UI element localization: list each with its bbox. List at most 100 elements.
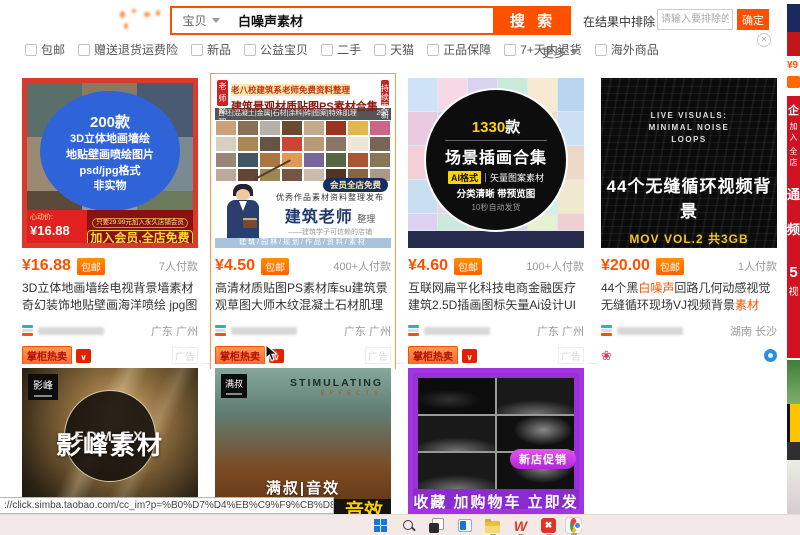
search-box: 宝贝 搜 索 <box>170 6 571 35</box>
red-x-icon <box>541 518 556 533</box>
checkbox[interactable] <box>244 44 256 56</box>
browser-status-bar: ://click.simba.taobao.com/cc_im?p=%B0%D7… <box>0 497 334 514</box>
shop-icon <box>601 325 612 337</box>
status-url: ://click.simba.taobao.com/cc_im?p=%B0%D7… <box>4 500 334 511</box>
clipped-promo-panel: 企 加入 全店 通 频 5 视 <box>787 96 800 358</box>
filter-return-insurance[interactable]: 赠送退货运费险 <box>78 41 178 58</box>
paid-count: 1人付款 <box>738 258 777 274</box>
hot-sale-badge: 掌柜热卖 <box>22 346 72 365</box>
start-button[interactable] <box>372 517 389 534</box>
blue-chat-icon[interactable] <box>764 349 777 362</box>
hot-sale-badge: 掌柜热卖 <box>408 346 458 365</box>
texture-grid <box>215 120 391 182</box>
clipped-right-column: ¥9 企 加入 全店 通 频 5 视 <box>783 0 800 514</box>
teacher-illustration <box>219 184 271 238</box>
watermark: 影峰素材 <box>22 426 198 462</box>
chrome-button[interactable] <box>565 517 582 534</box>
filter-tmall[interactable]: 天猫 <box>374 41 414 58</box>
checkbox[interactable] <box>321 44 333 56</box>
widgets-button[interactable] <box>456 517 473 534</box>
free-shipping-badge: 包邮 <box>261 258 289 275</box>
price: ¥20.00 <box>601 257 650 275</box>
task-view-icon <box>429 518 444 533</box>
promo-strip: 心动价: ¥16.88 只要29.99元加入永久店铺会员 加入会员,全店免费 <box>27 210 193 243</box>
product-image[interactable]: 新店促销 收藏 加购物车 立即发货 <box>408 368 584 514</box>
filter-charity[interactable]: 公益宝贝 <box>244 41 308 58</box>
more-filters[interactable]: 更多 <box>542 44 578 61</box>
wps-office-button[interactable] <box>512 517 529 534</box>
taskbar-search[interactable] <box>400 517 417 534</box>
checkbox[interactable] <box>427 44 439 56</box>
product-image[interactable]: 满叔 STIMULATING EFFECTS 满叔|音效 音效 <box>215 368 391 514</box>
product-title[interactable]: 高清材质贴图PS素材库su建筑景观草图大师木纹混凝土石材肌理3d <box>215 280 391 315</box>
shop-logo: 影峰 <box>28 374 58 400</box>
product-card[interactable]: 200款 3D立体地画墙绘 地贴壁画喷绘图片 psd/jpg格式 非实物 心动价… <box>18 74 202 368</box>
divider <box>485 173 486 182</box>
product-image[interactable]: LIVE VISUALS: MINIMAL NOISE LOOPS 44个无缝循… <box>601 78 777 248</box>
price: ¥16.88 <box>22 257 71 275</box>
product-card[interactable]: 影峰 EDM FX 影峰素材 <box>18 364 202 518</box>
checkbox[interactable] <box>78 44 90 56</box>
exclude-label: 在结果中排除 <box>583 13 655 30</box>
file-explorer-button[interactable] <box>484 517 501 534</box>
promo-circle: 200款 3D立体地画墙绘 地贴壁画喷绘图片 psd/jpg格式 非实物 <box>40 91 180 211</box>
shop-icon <box>22 325 33 337</box>
wps-icon <box>514 518 527 534</box>
checkbox[interactable] <box>374 44 386 56</box>
task-view-button[interactable] <box>428 517 445 534</box>
product-card[interactable]: 满叔 STIMULATING EFFECTS 满叔|音效 音效 <box>211 364 395 518</box>
shop-row[interactable]: 湖南 长沙 <box>601 323 777 339</box>
product-card[interactable]: 新店促销 收藏 加购物车 立即发货 <box>404 364 588 518</box>
filter-secondhand[interactable]: 二手 <box>321 41 361 58</box>
exclude-input[interactable] <box>657 9 733 30</box>
price: ¥4.50 <box>215 257 255 275</box>
filter-overseas[interactable]: 海外商品 <box>595 41 659 58</box>
checkbox[interactable] <box>191 44 203 56</box>
product-card[interactable]: 1330款 场景插画合集 AI格式 矢量图案素材 分类清晰 带预览图 10秒自动… <box>404 74 588 368</box>
product-title[interactable]: 互联网扁平化科技电商金融医疗建筑2.5D插画图标矢量Ai设计UI素材 <box>408 280 584 315</box>
product-image[interactable]: 影峰 EDM FX 影峰素材 <box>22 368 198 514</box>
checkbox[interactable] <box>504 44 516 56</box>
search-button[interactable]: 搜 索 <box>493 8 569 33</box>
highlighted-keyword: 白噪声 <box>638 281 674 295</box>
wangwang-icon <box>787 76 800 88</box>
shop-row[interactable]: 广东 广州 <box>22 323 198 339</box>
shop-icon <box>215 325 226 337</box>
shop-icon <box>408 325 419 337</box>
paid-count: 400+人付款 <box>333 258 391 274</box>
product-title[interactable]: 3D立体地画墙绘电视背景墙素材奇幻装饰地贴壁画海洋喷绘 jpg图片 <box>22 280 198 315</box>
filter-new[interactable]: 新品 <box>191 41 231 58</box>
shop-row[interactable]: 广东 广州 <box>215 323 391 339</box>
close-icon[interactable] <box>757 33 771 47</box>
red-x-app-button[interactable] <box>540 517 557 534</box>
clipped-price: ¥9 <box>787 60 800 71</box>
free-shipping-badge: 包邮 <box>77 258 105 275</box>
checkbox[interactable] <box>595 44 607 56</box>
member-free-badge: 会员全店免费 <box>323 178 388 192</box>
product-image[interactable]: 1330款 场景插画合集 AI格式 矢量图案素材 分类清晰 带预览图 10秒自动… <box>408 78 584 248</box>
flower-icon <box>601 348 612 364</box>
filter-free-shipping[interactable]: 包邮 <box>25 41 65 58</box>
search-input[interactable] <box>230 8 493 33</box>
shop-name-blurred <box>617 327 683 335</box>
free-shipping-badge: 包邮 <box>656 258 684 275</box>
checkbox[interactable] <box>25 44 37 56</box>
widgets-icon <box>458 519 472 532</box>
confirm-button[interactable]: 确定 <box>737 9 769 30</box>
update-badge: 持续更新 <box>381 80 389 106</box>
product-image[interactable]: 200款 3D立体地画墙绘 地贴壁画喷绘图片 psd/jpg格式 非实物 心动价… <box>22 78 198 248</box>
folder-icon <box>485 521 500 533</box>
search-category-label: 宝贝 <box>182 12 206 29</box>
product-image[interactable]: 老师整理 老八校建筑系老师免费资料整理 建筑景观材质贴图PS素材合集 持续更新 … <box>215 78 391 248</box>
filter-authentic[interactable]: 正品保障 <box>427 41 491 58</box>
search-category-dropdown[interactable]: 宝贝 <box>172 8 230 33</box>
windows-taskbar <box>0 514 800 535</box>
taobao-logo <box>118 9 164 31</box>
product-card[interactable]: LIVE VISUALS: MINIMAL NOISE LOOPS 44个无缝循… <box>597 74 781 368</box>
wangwang-icon[interactable] <box>462 349 477 363</box>
product-card[interactable]: 老师整理 老八校建筑系老师免费资料整理 建筑景观材质贴图PS素材合集 持续更新 … <box>211 74 395 368</box>
ad-label: 广告 <box>365 347 391 364</box>
shop-row[interactable]: 广东 广州 <box>408 323 584 339</box>
product-title[interactable]: 44个黑白噪声回路几何动感视觉无缝循环现场VJ视频背景素材VOL.2 <box>601 280 777 315</box>
wangwang-icon[interactable] <box>76 349 91 363</box>
